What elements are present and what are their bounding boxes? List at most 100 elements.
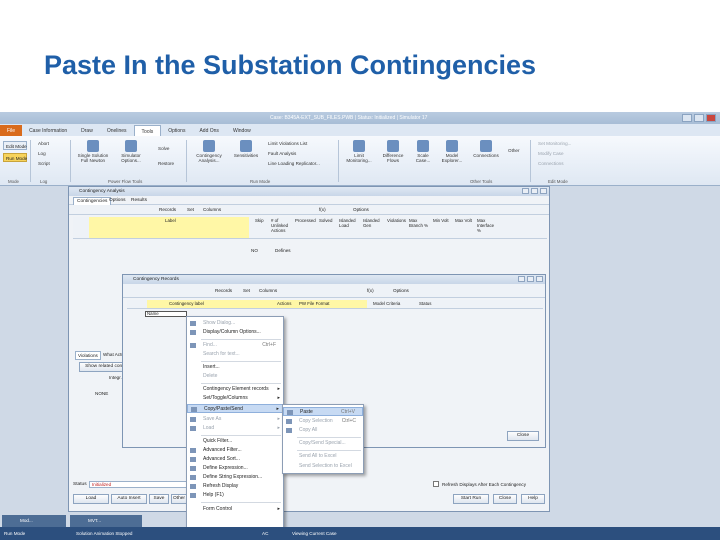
submenu-item-send-selection-to-excel[interactable]: Send Selection to Excel <box>283 462 363 471</box>
taskbar-item-1[interactable]: Mod... <box>2 515 66 527</box>
limit-violations-list-button[interactable]: Limit Violations List <box>268 141 307 146</box>
submenu-item-copy-selection[interactable]: Copy Selection Ctrl+C <box>283 417 363 426</box>
line-loading-replicator-button[interactable]: Line Loading Replicator... <box>268 161 320 166</box>
run-mode-button[interactable]: Run Mode <box>3 153 27 162</box>
tab-draw[interactable]: Draw <box>74 125 100 136</box>
column-header-unlinked[interactable]: # of Unlinked Actions <box>271 218 293 233</box>
tab-tools[interactable]: Tools <box>133 124 162 136</box>
column-header-max-branch[interactable]: Max Branch % <box>409 218 429 228</box>
script-button[interactable]: Script <box>38 161 50 166</box>
column-header-processed[interactable]: Processed <box>295 218 316 223</box>
column-header-max-interface[interactable]: Max Interface % <box>477 218 499 233</box>
tab-results[interactable]: Results <box>131 198 147 203</box>
set-menu[interactable]: Set <box>187 207 194 212</box>
scale-case-button[interactable]: Scale Case... <box>410 140 436 163</box>
tab-file[interactable]: File <box>0 124 23 136</box>
start-run-button[interactable]: Start Run <box>453 494 489 504</box>
column-header-contingency-label[interactable]: Contingency label <box>169 301 204 306</box>
tab-case-information[interactable]: Case Information <box>22 125 74 136</box>
menu-item-define-string-expression[interactable]: Define String Expression... <box>187 473 283 482</box>
menu-item-display-column-options[interactable]: Display/Column Options... <box>187 328 283 337</box>
column-header-actions[interactable]: Actions <box>277 301 291 306</box>
submenu-item-send-all-to-excel[interactable]: Send All to Excel <box>283 452 363 461</box>
submenu-item-paste[interactable]: Paste Ctrl+V <box>283 407 363 416</box>
model-explorer-button[interactable]: Model Explorer... <box>438 140 466 163</box>
maximize-icon[interactable] <box>531 188 538 194</box>
menu-item-find[interactable]: Find... Ctrl+F <box>187 341 283 350</box>
limit-monitoring-button[interactable]: Limit Monitoring... <box>344 140 374 163</box>
auto-insert-button[interactable]: Auto Insert <box>111 494 147 504</box>
connections-button[interactable]: Connections <box>470 140 502 158</box>
modify-case-button[interactable]: Modify Case <box>538 151 564 156</box>
column-header-islanded-gen[interactable]: Islanded Gen <box>363 218 385 228</box>
columns-menu[interactable]: Columns <box>203 207 221 212</box>
log-button[interactable]: Log <box>38 151 46 156</box>
columns-menu[interactable]: Columns <box>259 288 277 293</box>
minimize-icon[interactable] <box>522 188 529 194</box>
maximize-icon[interactable] <box>527 276 534 282</box>
menu-item-copy-paste-send[interactable]: Copy/Paste/Send ▸ <box>187 404 283 413</box>
abort-button[interactable]: Abort <box>38 141 49 146</box>
menu-item-search-for-text[interactable]: Search for text... <box>187 350 283 359</box>
tab-onelines[interactable]: Onelines <box>100 125 134 136</box>
menu-item-insert[interactable]: Insert... <box>187 363 283 372</box>
maximize-icon[interactable] <box>694 114 704 122</box>
menu-item-form-control[interactable]: Form Control ▸ <box>187 505 283 514</box>
right-connections-button[interactable]: Connections <box>538 161 564 166</box>
column-header-solved[interactable]: Solved <box>319 218 332 223</box>
menu-item-set-toggle-columns[interactable]: Set/Toggle/Columns ▸ <box>187 394 283 403</box>
refresh-checkbox[interactable] <box>433 481 439 487</box>
records-menu[interactable]: Records <box>159 207 176 212</box>
menu-item-contingency-element-records[interactable]: Contingency Element records ▸ <box>187 385 283 394</box>
column-header-violations[interactable]: Violations <box>387 218 406 223</box>
save-button[interactable]: Save <box>149 494 169 504</box>
menu-item-help[interactable]: Help (F1) <box>187 491 283 500</box>
set-menu[interactable]: Set <box>243 288 250 293</box>
menu-item-quick-filter[interactable]: Quick Filter... <box>187 437 283 446</box>
sensitivities-button[interactable]: Sensitivities <box>230 140 262 158</box>
fx-button[interactable]: f(x) <box>367 288 374 293</box>
edit-mode-button[interactable]: Edit Mode <box>3 141 27 150</box>
fx-button[interactable]: f(x) <box>319 207 326 212</box>
submenu-item-copy-send-special[interactable]: Copy/Send Special... <box>283 439 363 448</box>
tab-violations[interactable]: Violations <box>75 351 101 360</box>
records-close-button[interactable]: Close <box>507 431 539 441</box>
minimize-icon[interactable] <box>518 276 525 282</box>
single-solution-button[interactable]: Single Solution Full Newton <box>76 140 110 163</box>
submenu-item-copy-all[interactable]: Copy All <box>283 426 363 435</box>
menu-item-show-dialog[interactable]: Show Dialog... <box>187 319 283 328</box>
column-header-pw-file-format[interactable]: PW File Format <box>299 301 330 306</box>
column-header-status[interactable]: Status <box>419 301 431 306</box>
options-menu[interactable]: Options <box>393 288 409 293</box>
records-menu[interactable]: Records <box>215 288 232 293</box>
fault-analysis-button[interactable]: Fault Analysis <box>268 151 296 156</box>
close-icon[interactable] <box>536 276 543 282</box>
taskbar-item-2[interactable]: MVT... <box>70 515 142 527</box>
menu-item-delete[interactable]: Delete <box>187 372 283 381</box>
other-button[interactable]: Other <box>171 494 187 504</box>
menu-item-save-as[interactable]: Save As ▸ <box>187 415 283 424</box>
column-header-label[interactable]: Label <box>165 218 176 223</box>
solve-dropdown[interactable]: Solve <box>158 146 170 151</box>
tab-options[interactable]: Options <box>109 198 126 203</box>
menu-item-advanced-sort[interactable]: Advanced Sort... <box>187 455 283 464</box>
tab-window[interactable]: Window <box>226 125 258 136</box>
other-dropdown[interactable]: Other <box>508 148 520 153</box>
load-button[interactable]: Load <box>73 494 109 504</box>
close-icon[interactable] <box>540 188 547 194</box>
help-button[interactable]: Help <box>521 494 545 504</box>
close-button[interactable]: Close <box>493 494 517 504</box>
column-header-islanded-load[interactable]: Islanded Load <box>339 218 361 228</box>
records-first-cell[interactable]: Name <box>145 311 187 317</box>
difference-flows-button[interactable]: Difference Flows <box>378 140 408 163</box>
column-header-max-volt[interactable]: Max Volt <box>455 218 472 223</box>
options-menu[interactable]: Options <box>353 207 369 212</box>
menu-item-load[interactable]: Load ▸ <box>187 424 283 433</box>
tab-options[interactable]: Options <box>161 125 192 136</box>
menu-item-advanced-filter[interactable]: Advanced Filter... <box>187 446 283 455</box>
restore-dropdown[interactable]: Restore <box>158 161 174 166</box>
close-icon[interactable] <box>706 114 716 122</box>
row-skip-cell[interactable]: NO <box>251 248 258 253</box>
simulator-options-button[interactable]: Simulator Options... <box>116 140 146 163</box>
column-header-skip[interactable]: Skip <box>255 218 264 223</box>
